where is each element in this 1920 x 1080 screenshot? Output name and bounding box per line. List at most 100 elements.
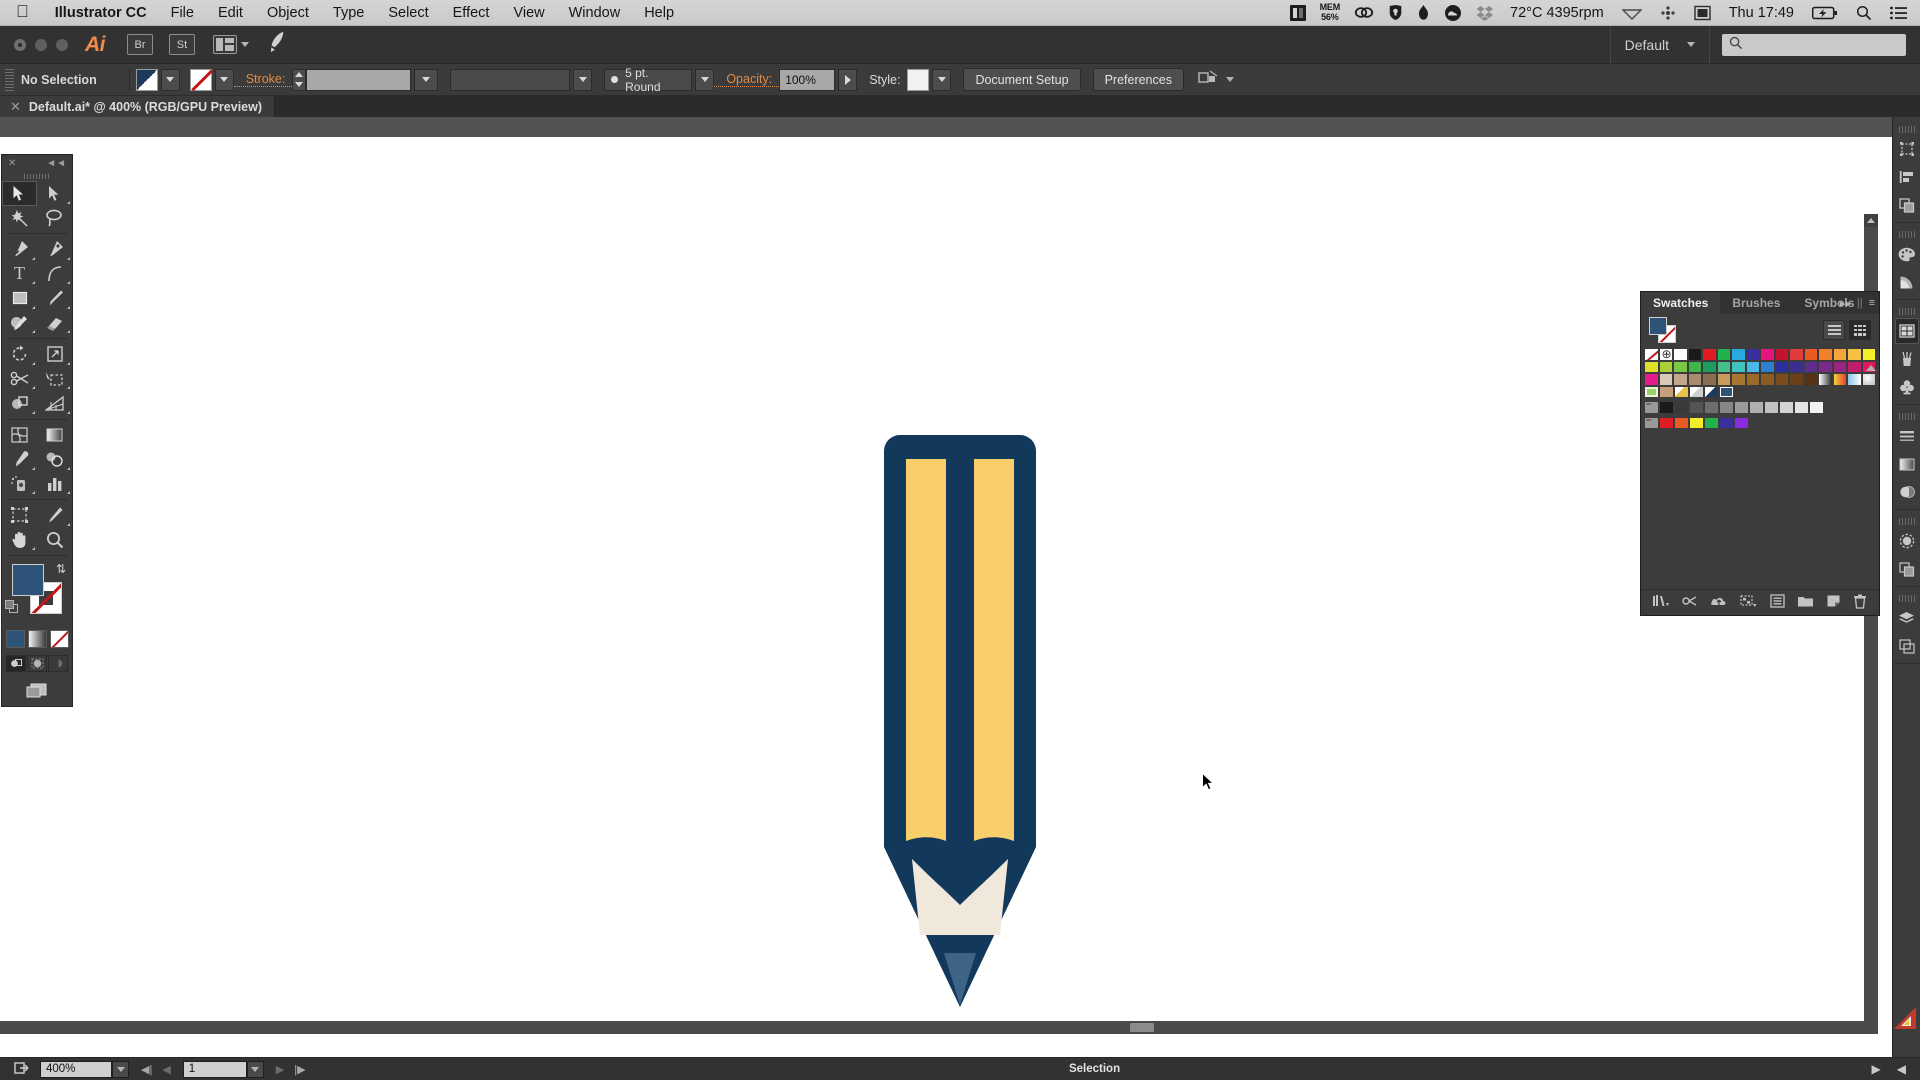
stroke-icon[interactable] <box>1895 423 1919 449</box>
gradient-icon[interactable] <box>1895 451 1919 477</box>
close-window-button[interactable] <box>14 38 26 51</box>
line-segment-tool[interactable] <box>37 262 72 287</box>
swatches-icon[interactable] <box>1894 318 1919 344</box>
eraser-tool[interactable] <box>37 311 72 336</box>
swatch[interactable] <box>1659 416 1674 429</box>
swatch[interactable] <box>1745 360 1760 373</box>
display-arrangement-icon[interactable] <box>1283 4 1313 21</box>
graphic-style-dropdown[interactable] <box>932 68 952 91</box>
panel-menu-icon[interactable]: ≡ <box>1869 297 1875 309</box>
swatch[interactable] <box>1789 373 1804 386</box>
color-icon[interactable] <box>1895 241 1919 267</box>
menu-app-name[interactable]: Illustrator CC <box>43 5 159 21</box>
menu-type[interactable]: Type <box>321 5 376 21</box>
swatch[interactable] <box>1674 416 1689 429</box>
symbol-sprayer-tool[interactable] <box>2 472 37 497</box>
swatch[interactable] <box>1818 348 1833 361</box>
stroke-swatch[interactable] <box>189 68 212 91</box>
clock[interactable]: Thu 17:49 <box>1720 5 1803 21</box>
zoom-tool[interactable] <box>37 528 72 553</box>
swatch-selected[interactable] <box>1719 385 1734 398</box>
swatch[interactable] <box>1794 401 1809 414</box>
zoom-level-dropdown[interactable] <box>112 1060 129 1078</box>
swatch[interactable] <box>1687 348 1702 361</box>
export-icon[interactable] <box>0 1061 40 1078</box>
apple-icon[interactable]:  <box>0 3 43 20</box>
swatch[interactable] <box>1689 401 1704 414</box>
swatch[interactable] <box>1644 360 1659 373</box>
paintbrush-tool[interactable] <box>37 286 72 311</box>
canvas-area[interactable] <box>0 137 1892 1057</box>
dock-grip[interactable] <box>1898 413 1915 420</box>
search-icon[interactable] <box>1847 5 1881 21</box>
swatch[interactable] <box>1716 373 1731 386</box>
swatch[interactable] <box>1789 360 1804 373</box>
document-tab[interactable]: ✕ Default.ai* @ 400% (RGB/GPU Preview) <box>0 96 275 117</box>
menu-select[interactable]: Select <box>376 5 440 21</box>
creative-cloud-icon[interactable] <box>1347 5 1381 20</box>
expand-panels-icon[interactable]: ▸▸ <box>1840 297 1851 310</box>
swatch[interactable] <box>1687 360 1702 373</box>
tab-swatches[interactable]: Swatches <box>1641 292 1721 314</box>
mesh-tool[interactable] <box>2 423 37 448</box>
transform-icon[interactable] <box>1895 136 1919 162</box>
curvature-tool[interactable] <box>37 237 72 262</box>
bluetooth-icon[interactable] <box>1651 5 1685 21</box>
cloud-icon[interactable] <box>1437 4 1469 22</box>
next-artboard-icon[interactable]: ▶ <box>276 1063 284 1076</box>
swatch[interactable] <box>1702 360 1717 373</box>
swatch[interactable] <box>1704 401 1719 414</box>
rotate-tool[interactable] <box>2 342 37 367</box>
fill-swatch-dropdown[interactable] <box>160 68 180 91</box>
swatch[interactable] <box>1658 360 1673 373</box>
search-input[interactable] <box>1722 33 1906 56</box>
swatch-group-folder[interactable] <box>1644 416 1659 429</box>
brushes-icon[interactable] <box>1895 346 1919 372</box>
align-icon[interactable] <box>1895 164 1919 190</box>
stock-button[interactable]: St <box>169 34 195 55</box>
grid-view-icon[interactable] <box>1849 320 1871 340</box>
gradient-tool[interactable] <box>37 423 72 448</box>
swatch[interactable] <box>1774 373 1789 386</box>
temperature-readout[interactable]: 72°C 4395rpm <box>1501 5 1613 21</box>
blend-tool[interactable] <box>37 447 72 472</box>
swatch-gradient[interactable] <box>1818 373 1833 386</box>
swatch[interactable] <box>1644 373 1659 386</box>
slice-tool[interactable] <box>37 503 72 528</box>
pencil-illustration[interactable] <box>870 427 1050 1007</box>
swatch[interactable] <box>1749 401 1764 414</box>
swatch-pattern[interactable] <box>1644 385 1659 398</box>
pathfinder-icon[interactable] <box>1895 192 1919 218</box>
swatch[interactable] <box>1803 373 1818 386</box>
shield-icon[interactable] <box>1381 4 1410 21</box>
opacity-flyout-button[interactable] <box>838 68 858 91</box>
artboard-number-input[interactable]: 1 <box>182 1060 247 1078</box>
pen-tool[interactable] <box>2 237 37 262</box>
artboard-tool[interactable] <box>2 503 37 528</box>
perspective-grid-tool[interactable] <box>37 391 72 416</box>
control-bar-grip[interactable] <box>5 68 14 91</box>
swatch[interactable] <box>1803 360 1818 373</box>
swatch[interactable] <box>1734 401 1749 414</box>
swatch[interactable] <box>1832 360 1847 373</box>
default-fill-stroke-icon[interactable] <box>5 600 19 614</box>
dropbox-icon[interactable] <box>1469 5 1501 21</box>
swatch[interactable] <box>1719 401 1734 414</box>
menu-object[interactable]: Object <box>255 5 321 21</box>
status-menu-icon[interactable]: ▶ <box>1872 1062 1881 1076</box>
draw-normal[interactable] <box>6 655 26 672</box>
zoom-window-button[interactable] <box>56 38 68 51</box>
swatch-scrollbar[interactable] <box>1866 348 1876 427</box>
swatch-options-icon[interactable] <box>1770 594 1785 611</box>
first-artboard-icon[interactable]: ◀| <box>141 1063 152 1076</box>
menu-effect[interactable]: Effect <box>441 5 502 21</box>
document-setup-button[interactable]: Document Setup <box>963 68 1081 91</box>
cc-libraries-icon[interactable] <box>1710 594 1728 611</box>
shape-builder-tool[interactable] <box>2 391 37 416</box>
flame-icon[interactable] <box>1410 4 1437 21</box>
resize-grip-icon[interactable]: ◀ <box>1897 1062 1920 1076</box>
notification-center-icon[interactable] <box>1881 6 1920 20</box>
draw-inside[interactable] <box>48 655 68 672</box>
swatch[interactable] <box>1716 348 1731 361</box>
close-icon[interactable]: ✕ <box>10 99 21 115</box>
